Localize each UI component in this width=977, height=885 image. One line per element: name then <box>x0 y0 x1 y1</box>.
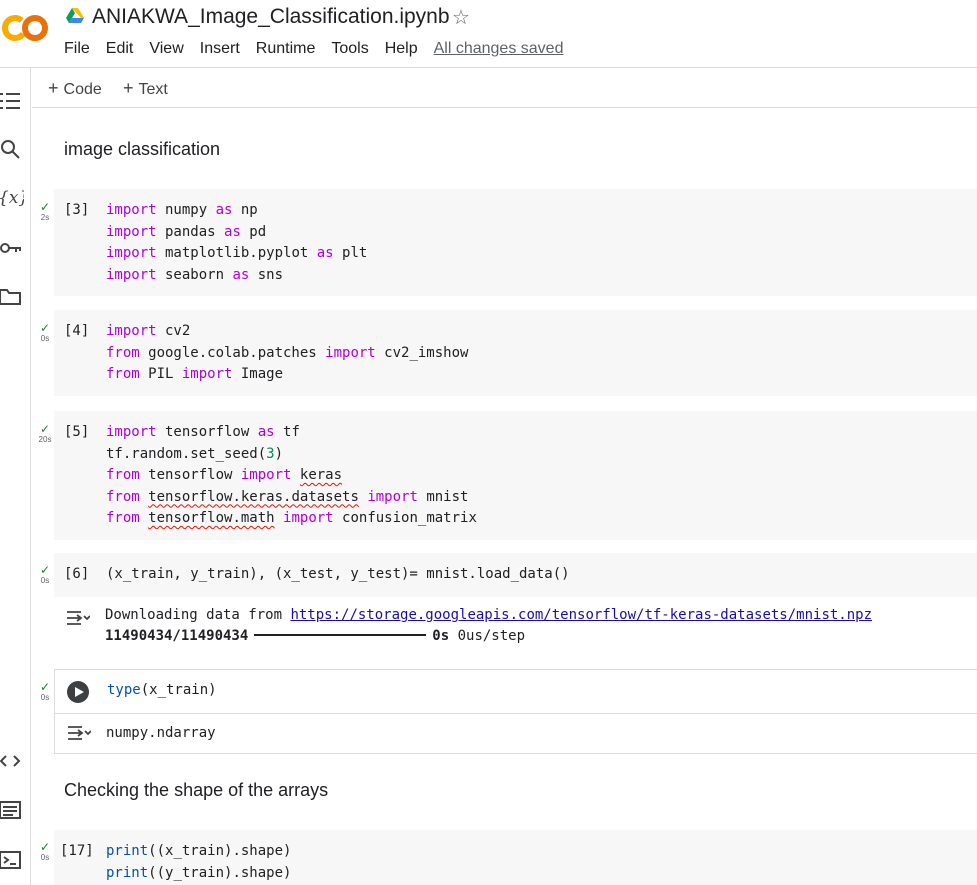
output-text: numpy.ndarray <box>106 725 216 741</box>
menu-tools[interactable]: Tools <box>331 40 368 58</box>
code-cell-5[interactable]: [5] import tensorflow as tf tf.random.se… <box>54 411 977 540</box>
menu-file[interactable]: File <box>64 40 90 58</box>
plus-icon: + <box>48 78 59 98</box>
text-cell-checking-shape[interactable]: Checking the shape of the arrays <box>64 780 328 801</box>
code-snippets-icon[interactable] <box>0 749 24 773</box>
code-editor[interactable]: print((x_train).shape) print((y_train).s… <box>106 841 291 884</box>
code-cell-3[interactable]: [3] import numpy as np import pandas as … <box>54 189 977 296</box>
output-actions-icon[interactable] <box>66 608 90 628</box>
cell-output-6: Downloading data from https://storage.go… <box>54 598 977 662</box>
menu-bar: File Edit View Insert Runtime Tools Help… <box>64 40 563 58</box>
progress-bar <box>254 634 427 636</box>
execution-count: [3] <box>64 202 90 218</box>
save-status-link[interactable]: All changes saved <box>434 40 564 58</box>
code-cell-7[interactable]: type(x_train) <box>54 669 977 714</box>
cell-status: ✓ 0s <box>35 564 55 586</box>
check-icon: ✓ <box>39 680 51 694</box>
output-actions-icon[interactable] <box>67 723 91 743</box>
colab-logo[interactable] <box>2 10 48 46</box>
code-editor[interactable]: import numpy as np import pandas as pd i… <box>106 200 367 286</box>
menu-insert[interactable]: Insert <box>200 40 240 58</box>
cell-status: ✓ 0s <box>35 841 55 863</box>
cell-output-7: numpy.ndarray <box>54 714 977 754</box>
check-icon: ✓ <box>39 200 51 214</box>
plus-icon: + <box>123 78 134 98</box>
notebook: image classification ✓ 2s [3] import num… <box>32 109 977 885</box>
check-icon: ✓ <box>39 321 51 335</box>
dataset-url-link[interactable]: https://storage.googleapis.com/tensorflo… <box>290 607 872 623</box>
code-cell-4[interactable]: [4] import cv2 from google.colab.patches… <box>54 310 977 396</box>
output-text: Downloading data from https://storage.go… <box>105 607 873 623</box>
add-text-cell-button[interactable]: + Text <box>123 78 168 99</box>
code-editor[interactable]: import cv2 from google.colab.patches imp… <box>106 321 468 386</box>
secrets-key-icon[interactable] <box>0 236 24 260</box>
cell-status: ✓ 0s <box>35 681 55 703</box>
folder-icon[interactable] <box>0 285 24 309</box>
text-cell-image-classification[interactable]: image classification <box>64 139 220 160</box>
check-icon: ✓ <box>39 563 51 577</box>
code-editor[interactable]: import tensorflow as tf tf.random.set_se… <box>106 422 477 530</box>
code-cell-6[interactable]: [6] (x_train, y_train), (x_test, y_test)… <box>54 553 977 597</box>
code-cell-17[interactable]: [17] print((x_train).shape) print((y_tra… <box>54 830 977 885</box>
toolbar: + Code + Text <box>32 68 977 108</box>
menu-view[interactable]: View <box>149 40 183 58</box>
menu-help[interactable]: Help <box>385 40 418 58</box>
cell-status: ✓ 0s <box>35 322 55 344</box>
check-icon: ✓ <box>39 840 51 854</box>
svg-text:{x}: {x} <box>0 188 24 208</box>
check-icon: ✓ <box>39 422 51 436</box>
terminal-icon[interactable] <box>0 848 24 872</box>
left-rail: {x} <box>0 68 31 885</box>
run-cell-button[interactable] <box>67 681 89 703</box>
search-icon[interactable] <box>0 138 24 162</box>
execution-count: [5] <box>64 424 90 440</box>
cell-status: ✓ 2s <box>35 201 55 223</box>
execution-count: [6] <box>64 566 90 582</box>
star-icon[interactable]: ☆ <box>452 5 470 30</box>
cell-status: ✓ 20s <box>35 423 55 445</box>
variables-icon[interactable]: {x} <box>0 186 24 210</box>
execution-count: [4] <box>64 323 90 339</box>
google-drive-icon[interactable] <box>66 8 84 24</box>
add-code-cell-button[interactable]: + Code <box>48 78 102 99</box>
notebook-title[interactable]: ANIAKWA_Image_Classification.ipynb <box>92 5 450 29</box>
menu-runtime[interactable]: Runtime <box>256 40 316 58</box>
command-palette-icon[interactable] <box>0 798 24 822</box>
execution-count: [17] <box>60 843 94 859</box>
download-progress: 11490434/11490434 0s 0us/step <box>105 628 526 644</box>
table-of-contents-icon[interactable] <box>0 89 24 113</box>
menu-edit[interactable]: Edit <box>106 40 134 58</box>
header: ANIAKWA_Image_Classification.ipynb ☆ Fil… <box>0 0 977 68</box>
code-editor[interactable]: (x_train, y_train), (x_test, y_test)= mn… <box>106 564 570 586</box>
code-editor[interactable]: type(x_train) <box>107 680 217 702</box>
